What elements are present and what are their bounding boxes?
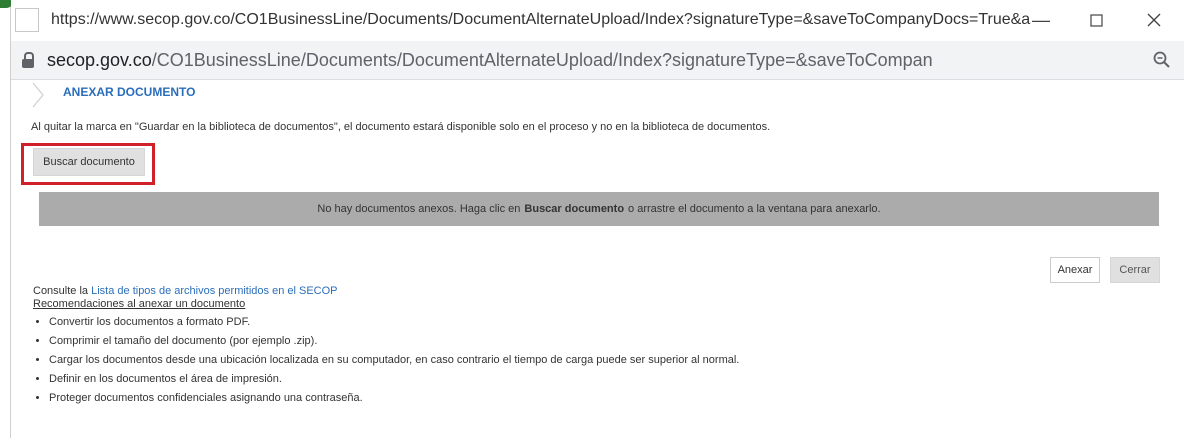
window-title: https://www.secop.gov.co/CO1BusinessLine…: [51, 11, 1031, 28]
drop-zone[interactable]: No hay documentos anexos. Haga clic en B…: [39, 192, 1159, 226]
chevron-right-icon: [32, 82, 44, 108]
file-types-link[interactable]: Lista de tipos de archivos permitidos en…: [91, 285, 337, 297]
document-upload-dialog: ANEXAR DOCUMENTO Al quitar la marca en "…: [11, 80, 1184, 438]
address-path: /CO1BusinessLine/Documents/DocumentAlter…: [151, 49, 932, 70]
notice-text: Al quitar la marca en "Guardar en la bib…: [31, 121, 771, 133]
dropzone-text-prefix: No hay documentos anexos. Haga clic en: [317, 203, 521, 215]
dropzone-text-suffix: o arrastre el documento a la ventana par…: [628, 203, 881, 215]
list-item: Definir en los documentos el área de imp…: [49, 370, 739, 389]
list-item: Proteger documentos confidenciales asign…: [49, 389, 739, 408]
page-title: ANEXAR DOCUMENTO: [63, 85, 196, 99]
zoom-icon[interactable]: [1152, 50, 1172, 70]
consult-line: Consulte la Lista de tipos de archivos p…: [33, 285, 338, 297]
search-document-button[interactable]: Buscar documento: [33, 148, 145, 176]
lock-icon[interactable]: [21, 52, 35, 68]
address-bar[interactable]: secop.gov.co /CO1BusinessLine/Documents/…: [11, 41, 1184, 80]
consult-prefix: Consulte la: [33, 285, 89, 297]
list-item: Cargar los documentos desde una ubicació…: [49, 351, 739, 370]
minimize-icon[interactable]: —: [1026, 8, 1056, 32]
dropzone-text-bold: Buscar documento: [524, 203, 625, 215]
list-item: Comprimir el tamaño del documento (por e…: [49, 332, 739, 351]
recommendations-list: Convertir los documentos a formato PDF. …: [33, 313, 739, 408]
close-icon[interactable]: [1139, 8, 1169, 32]
maximize-icon[interactable]: [1081, 8, 1111, 32]
window-left-edge: [0, 0, 11, 438]
address-domain: secop.gov.co: [47, 49, 152, 70]
close-button[interactable]: Cerrar: [1110, 257, 1160, 283]
list-item: Convertir los documentos a formato PDF.: [49, 313, 739, 332]
page-favicon: [15, 8, 39, 32]
attach-button[interactable]: Anexar: [1050, 257, 1100, 283]
browser-titlebar: https://www.secop.gov.co/CO1BusinessLine…: [11, 0, 1184, 40]
recommendations-title: Recomendaciones al anexar un documento: [33, 298, 246, 310]
